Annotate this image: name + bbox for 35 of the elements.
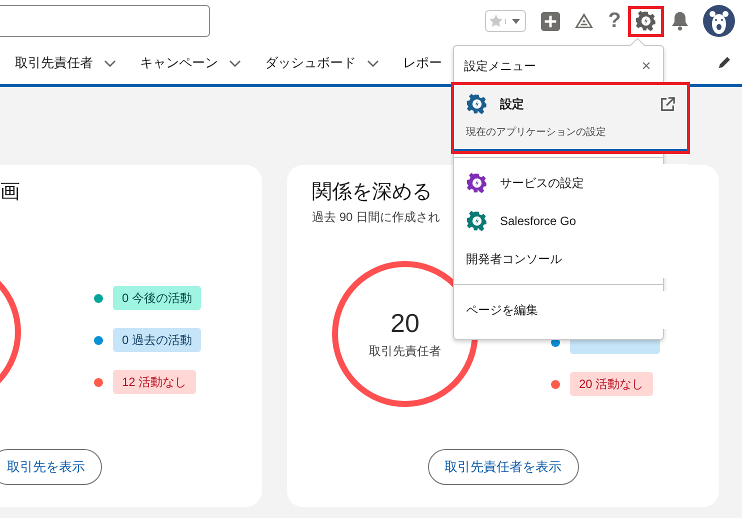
total-count: 20	[390, 308, 420, 339]
favorites-button[interactable]	[485, 10, 526, 32]
card-title: 画	[0, 180, 20, 205]
highlight-frame	[628, 6, 664, 37]
help-button[interactable]: ?	[601, 0, 628, 42]
status-badge: 0 今後の活動	[113, 286, 202, 310]
total-label: 取引先責任者	[369, 343, 441, 360]
nav-tab[interactable]: レポー	[403, 54, 442, 72]
status-badge: 0 過去の活動	[113, 328, 202, 352]
external-link-icon	[660, 96, 675, 112]
nav-tab[interactable]: キャンペーン	[140, 54, 241, 72]
caret-icon	[512, 18, 520, 24]
status-badge: 20 活動なし	[570, 372, 653, 396]
close-button[interactable]: ×	[642, 58, 651, 74]
chevron-icon	[367, 60, 379, 66]
view-button[interactable]: 取引先を表示	[0, 449, 102, 485]
mountain-icon	[574, 12, 594, 30]
menu-item[interactable]: サービスの設定	[454, 164, 687, 202]
nav-tab[interactable]: ダッシュボード	[265, 54, 379, 72]
plus-icon	[541, 12, 560, 30]
star-icon	[488, 14, 503, 28]
nav-tab[interactable]: 取引先責任者	[15, 54, 116, 72]
chevron-icon	[229, 60, 241, 66]
bell-icon	[671, 11, 689, 31]
menu-item[interactable]: 設定 現在のアプリケーションの設定	[454, 85, 687, 151]
pencil-icon[interactable]	[718, 56, 731, 69]
card-subtitle: 過去 90 日間に作成され	[312, 210, 440, 224]
card-title: 関係を深める	[312, 180, 432, 205]
view-button[interactable]: 取引先責任者を表示	[428, 449, 578, 485]
settings-icon	[635, 10, 657, 32]
menu-title: 設定メニュー	[464, 58, 536, 75]
avatar-icon	[703, 5, 735, 37]
search-field[interactable]	[0, 5, 210, 37]
status-badge: 12 活動なし	[113, 370, 196, 394]
chevron-icon	[104, 60, 116, 66]
